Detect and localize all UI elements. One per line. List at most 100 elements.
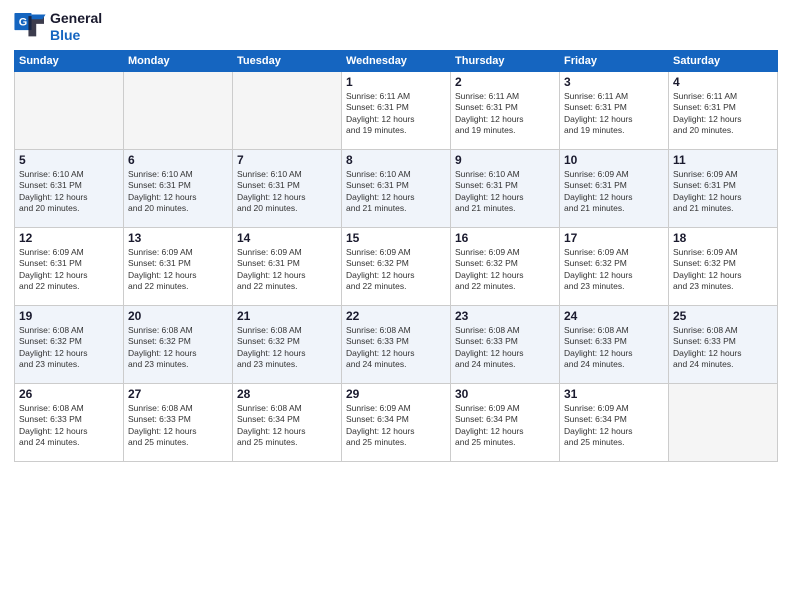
calendar-week-row: 19 Sunrise: 6:08 AM Sunset: 6:32 PM Dayli… bbox=[15, 305, 778, 383]
calendar-day-25: 25 Sunrise: 6:08 AM Sunset: 6:33 PM Dayli… bbox=[669, 305, 778, 383]
day-info: Sunrise: 6:10 AM Sunset: 6:31 PM Dayligh… bbox=[128, 169, 228, 215]
day-info: Sunrise: 6:10 AM Sunset: 6:31 PM Dayligh… bbox=[346, 169, 446, 215]
day-number: 8 bbox=[346, 153, 446, 167]
day-number: 1 bbox=[346, 75, 446, 89]
day-info: Sunrise: 6:09 AM Sunset: 6:34 PM Dayligh… bbox=[455, 403, 555, 449]
day-info: Sunrise: 6:09 AM Sunset: 6:31 PM Dayligh… bbox=[128, 247, 228, 293]
calendar-empty-cell bbox=[233, 71, 342, 149]
day-info: Sunrise: 6:09 AM Sunset: 6:32 PM Dayligh… bbox=[455, 247, 555, 293]
weekday-header-sunday: Sunday bbox=[15, 50, 124, 71]
svg-text:G: G bbox=[19, 16, 27, 28]
day-info: Sunrise: 6:09 AM Sunset: 6:31 PM Dayligh… bbox=[19, 247, 119, 293]
day-number: 5 bbox=[19, 153, 119, 167]
day-info: Sunrise: 6:08 AM Sunset: 6:32 PM Dayligh… bbox=[19, 325, 119, 371]
calendar-day-26: 26 Sunrise: 6:08 AM Sunset: 6:33 PM Dayli… bbox=[15, 383, 124, 461]
day-number: 15 bbox=[346, 231, 446, 245]
day-info: Sunrise: 6:10 AM Sunset: 6:31 PM Dayligh… bbox=[237, 169, 337, 215]
calendar-day-3: 3 Sunrise: 6:11 AM Sunset: 6:31 PM Daylig… bbox=[560, 71, 669, 149]
day-number: 12 bbox=[19, 231, 119, 245]
weekday-header-wednesday: Wednesday bbox=[342, 50, 451, 71]
day-number: 16 bbox=[455, 231, 555, 245]
calendar-empty-cell bbox=[124, 71, 233, 149]
day-info: Sunrise: 6:11 AM Sunset: 6:31 PM Dayligh… bbox=[346, 91, 446, 137]
day-info: Sunrise: 6:08 AM Sunset: 6:33 PM Dayligh… bbox=[19, 403, 119, 449]
calendar-day-14: 14Sunrise: 6:09 AM Sunset: 6:31 PM Dayli… bbox=[233, 227, 342, 305]
calendar-day-30: 30 Sunrise: 6:09 AM Sunset: 6:34 PM Dayli… bbox=[451, 383, 560, 461]
calendar-day-20: 20 Sunrise: 6:08 AM Sunset: 6:32 PM Dayli… bbox=[124, 305, 233, 383]
calendar-week-row: 26 Sunrise: 6:08 AM Sunset: 6:33 PM Dayli… bbox=[15, 383, 778, 461]
calendar-day-13: 13 Sunrise: 6:09 AM Sunset: 6:31 PM Dayli… bbox=[124, 227, 233, 305]
day-info: Sunrise: 6:08 AM Sunset: 6:32 PM Dayligh… bbox=[237, 325, 337, 371]
calendar-day-31: 31 Sunrise: 6:09 AM Sunset: 6:34 PM Dayli… bbox=[560, 383, 669, 461]
day-info: Sunrise: 6:08 AM Sunset: 6:33 PM Dayligh… bbox=[346, 325, 446, 371]
day-number: 26 bbox=[19, 387, 119, 401]
day-number: 25 bbox=[673, 309, 773, 323]
day-info: Sunrise: 6:08 AM Sunset: 6:34 PM Dayligh… bbox=[237, 403, 337, 449]
day-info: Sunrise: 6:08 AM Sunset: 6:32 PM Dayligh… bbox=[128, 325, 228, 371]
day-number: 11 bbox=[673, 153, 773, 167]
calendar-day-10: 10 Sunrise: 6:09 AM Sunset: 6:31 PM Dayli… bbox=[560, 149, 669, 227]
calendar-day-9: 9 Sunrise: 6:10 AM Sunset: 6:31 PM Daylig… bbox=[451, 149, 560, 227]
day-info: Sunrise: 6:08 AM Sunset: 6:33 PM Dayligh… bbox=[455, 325, 555, 371]
day-number: 7 bbox=[237, 153, 337, 167]
calendar-table: SundayMondayTuesdayWednesdayThursdayFrid… bbox=[14, 50, 778, 462]
day-info: Sunrise: 6:11 AM Sunset: 6:31 PM Dayligh… bbox=[564, 91, 664, 137]
day-info: Sunrise: 6:09 AM Sunset: 6:31 PM Dayligh… bbox=[673, 169, 773, 215]
day-number: 2 bbox=[455, 75, 555, 89]
calendar-day-1: 1 Sunrise: 6:11 AM Sunset: 6:31 PM Daylig… bbox=[342, 71, 451, 149]
day-number: 13 bbox=[128, 231, 228, 245]
day-number: 18 bbox=[673, 231, 773, 245]
calendar-day-28: 28Sunrise: 6:08 AM Sunset: 6:34 PM Dayli… bbox=[233, 383, 342, 461]
day-number: 27 bbox=[128, 387, 228, 401]
day-info: Sunrise: 6:09 AM Sunset: 6:34 PM Dayligh… bbox=[346, 403, 446, 449]
calendar-day-24: 24 Sunrise: 6:08 AM Sunset: 6:33 PM Dayli… bbox=[560, 305, 669, 383]
logo-text: General Blue bbox=[50, 10, 102, 44]
weekday-header-friday: Friday bbox=[560, 50, 669, 71]
weekday-header-tuesday: Tuesday bbox=[233, 50, 342, 71]
weekday-header-row: SundayMondayTuesdayWednesdayThursdayFrid… bbox=[15, 50, 778, 71]
day-info: Sunrise: 6:09 AM Sunset: 6:31 PM Dayligh… bbox=[237, 247, 337, 293]
day-number: 31 bbox=[564, 387, 664, 401]
day-info: Sunrise: 6:10 AM Sunset: 6:31 PM Dayligh… bbox=[455, 169, 555, 215]
calendar-day-27: 27Sunrise: 6:08 AM Sunset: 6:33 PM Dayli… bbox=[124, 383, 233, 461]
calendar-day-29: 29 Sunrise: 6:09 AM Sunset: 6:34 PM Dayli… bbox=[342, 383, 451, 461]
calendar-day-6: 6 Sunrise: 6:10 AM Sunset: 6:31 PM Daylig… bbox=[124, 149, 233, 227]
day-number: 10 bbox=[564, 153, 664, 167]
day-number: 9 bbox=[455, 153, 555, 167]
weekday-header-monday: Monday bbox=[124, 50, 233, 71]
day-number: 24 bbox=[564, 309, 664, 323]
day-info: Sunrise: 6:09 AM Sunset: 6:34 PM Dayligh… bbox=[564, 403, 664, 449]
day-info: Sunrise: 6:09 AM Sunset: 6:31 PM Dayligh… bbox=[564, 169, 664, 215]
day-number: 19 bbox=[19, 309, 119, 323]
day-number: 20 bbox=[128, 309, 228, 323]
day-info: Sunrise: 6:09 AM Sunset: 6:32 PM Dayligh… bbox=[673, 247, 773, 293]
calendar-week-row: 5 Sunrise: 6:10 AM Sunset: 6:31 PM Daylig… bbox=[15, 149, 778, 227]
day-info: Sunrise: 6:09 AM Sunset: 6:32 PM Dayligh… bbox=[564, 247, 664, 293]
calendar-week-row: 1 Sunrise: 6:11 AM Sunset: 6:31 PM Daylig… bbox=[15, 71, 778, 149]
calendar-day-18: 18 Sunrise: 6:09 AM Sunset: 6:32 PM Dayli… bbox=[669, 227, 778, 305]
calendar-empty-cell bbox=[15, 71, 124, 149]
calendar-day-7: 7 Sunrise: 6:10 AM Sunset: 6:31 PM Daylig… bbox=[233, 149, 342, 227]
calendar-day-17: 17 Sunrise: 6:09 AM Sunset: 6:32 PM Dayli… bbox=[560, 227, 669, 305]
day-number: 23 bbox=[455, 309, 555, 323]
day-info: Sunrise: 6:11 AM Sunset: 6:31 PM Dayligh… bbox=[673, 91, 773, 137]
calendar-day-21: 21Sunrise: 6:08 AM Sunset: 6:32 PM Dayli… bbox=[233, 305, 342, 383]
day-number: 4 bbox=[673, 75, 773, 89]
calendar-day-22: 22 Sunrise: 6:08 AM Sunset: 6:33 PM Dayli… bbox=[342, 305, 451, 383]
day-number: 3 bbox=[564, 75, 664, 89]
calendar-week-row: 12 Sunrise: 6:09 AM Sunset: 6:31 PM Dayli… bbox=[15, 227, 778, 305]
day-number: 29 bbox=[346, 387, 446, 401]
logo: G General Blue bbox=[14, 10, 102, 44]
day-number: 17 bbox=[564, 231, 664, 245]
day-info: Sunrise: 6:08 AM Sunset: 6:33 PM Dayligh… bbox=[673, 325, 773, 371]
calendar-day-4: 4 Sunrise: 6:11 AM Sunset: 6:31 PM Daylig… bbox=[669, 71, 778, 149]
logo-icon: G bbox=[14, 13, 46, 41]
day-info: Sunrise: 6:09 AM Sunset: 6:32 PM Dayligh… bbox=[346, 247, 446, 293]
day-info: Sunrise: 6:08 AM Sunset: 6:33 PM Dayligh… bbox=[564, 325, 664, 371]
calendar-day-19: 19 Sunrise: 6:08 AM Sunset: 6:32 PM Dayli… bbox=[15, 305, 124, 383]
day-number: 6 bbox=[128, 153, 228, 167]
calendar-page: G General Blue SundayMondayTuesdayWednes… bbox=[0, 0, 792, 612]
day-number: 22 bbox=[346, 309, 446, 323]
day-info: Sunrise: 6:10 AM Sunset: 6:31 PM Dayligh… bbox=[19, 169, 119, 215]
day-number: 30 bbox=[455, 387, 555, 401]
